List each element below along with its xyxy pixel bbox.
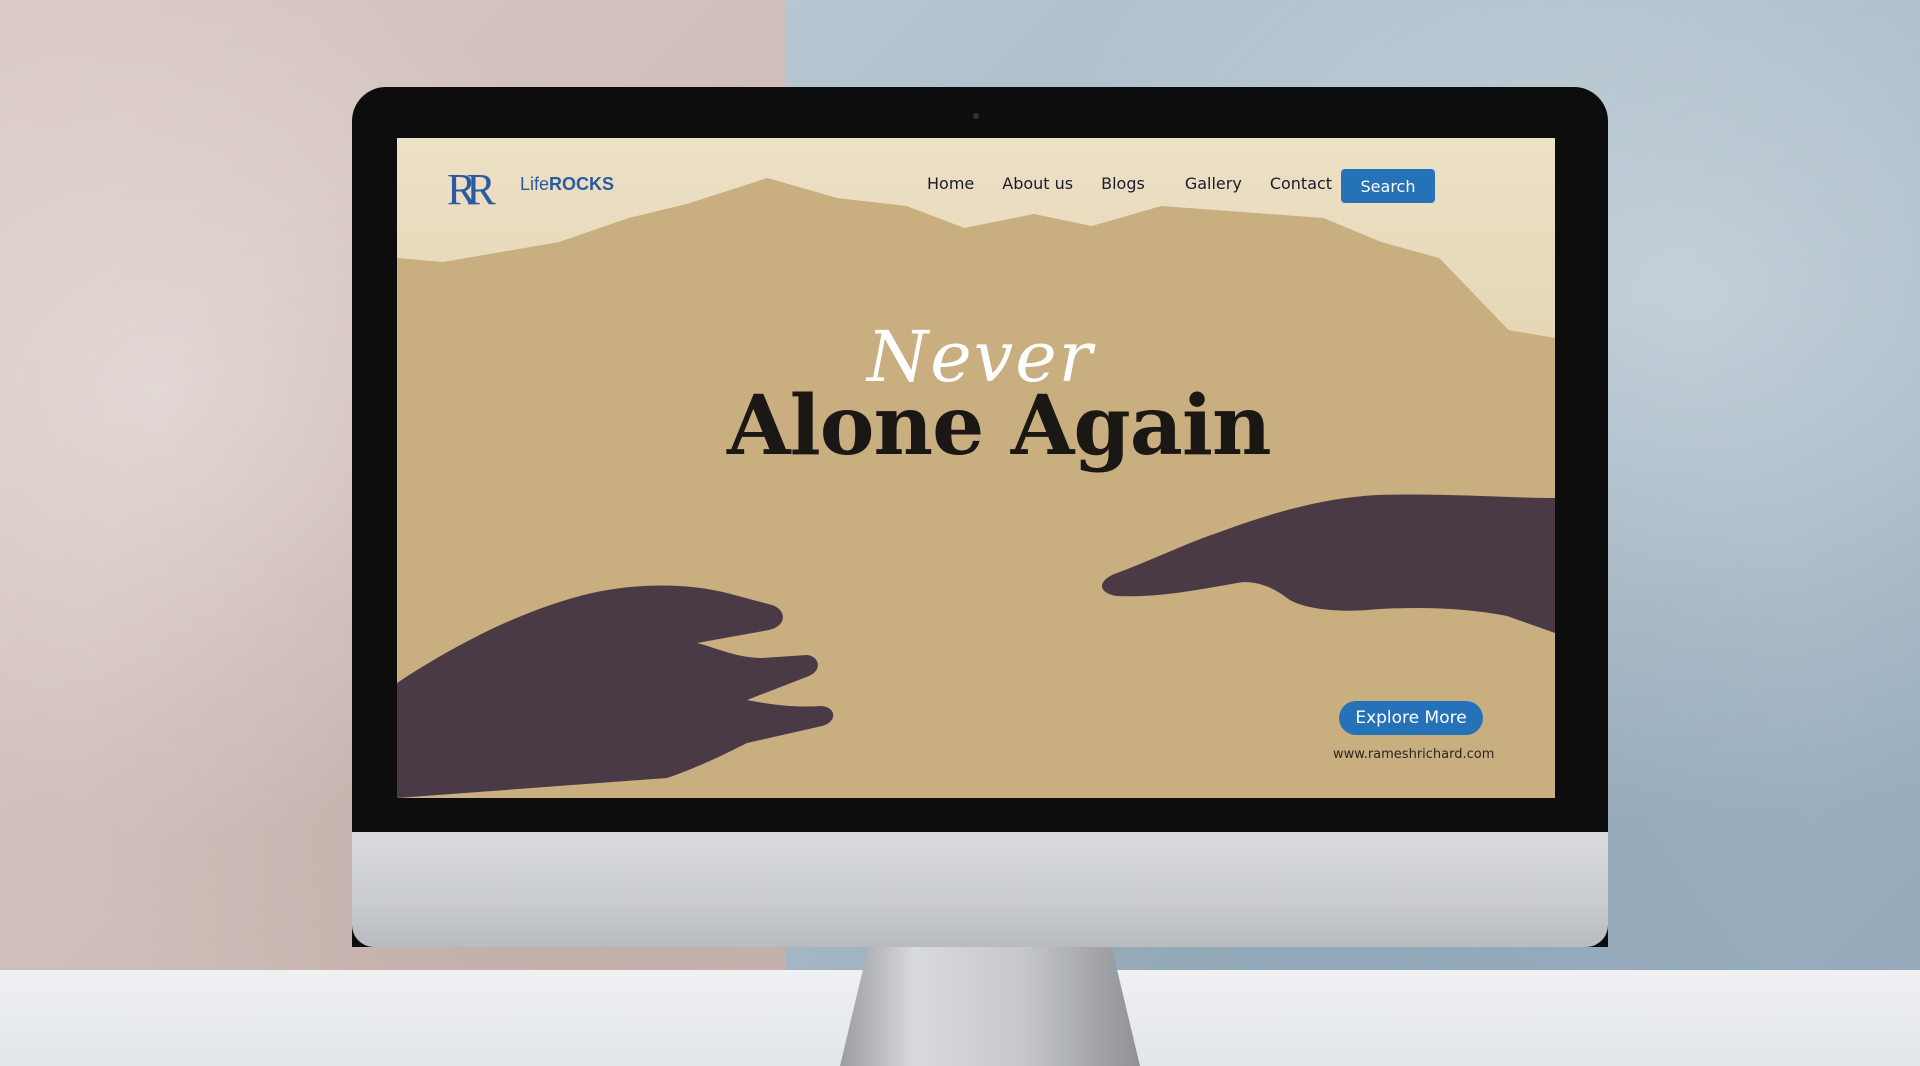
left-hand: [397, 585, 834, 798]
site-url[interactable]: www.rameshrichard.com: [1333, 747, 1494, 762]
reaching-hands-image: [397, 494, 1555, 798]
monitor-stand: [840, 940, 1140, 1066]
monitor-chin: [352, 832, 1608, 947]
explore-more-button[interactable]: Explore More: [1339, 701, 1483, 735]
right-hand: [1102, 494, 1555, 633]
camera-icon: [973, 113, 979, 119]
website-screen: RR LifeROCKS Home About us Blogs Gallery…: [397, 138, 1555, 798]
